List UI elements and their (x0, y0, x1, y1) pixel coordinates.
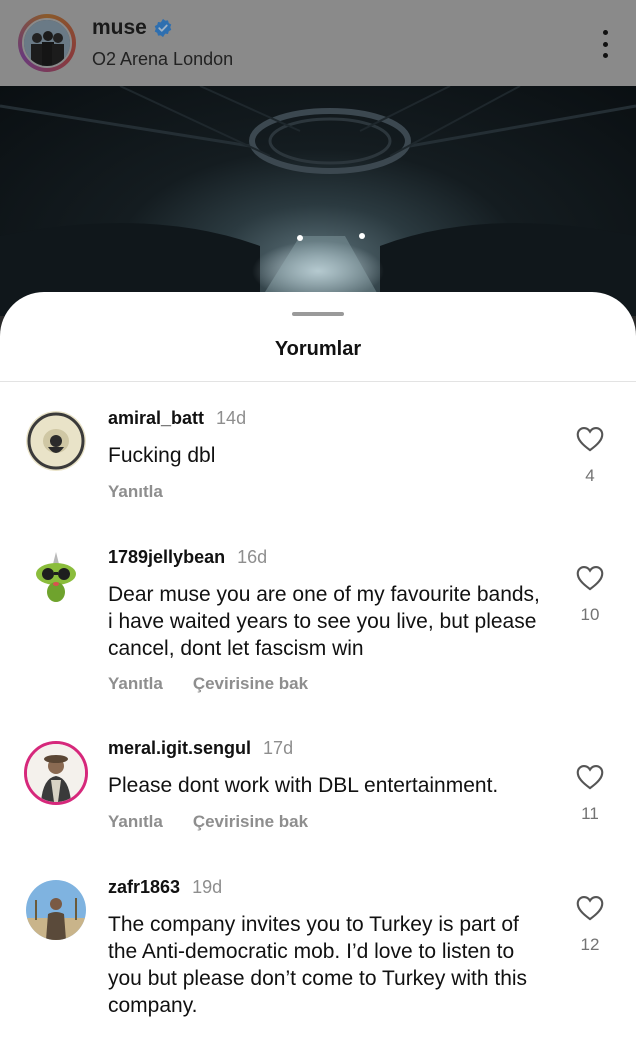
like-control: 4 (574, 426, 606, 486)
reply-button[interactable]: Yanıtla (108, 674, 163, 694)
comment-avatar[interactable] (24, 741, 88, 805)
story-ring[interactable] (18, 14, 76, 72)
comments-sheet: Yorumlar amiral_batt 14d Fucking dbl Yan… (0, 292, 636, 1052)
heart-icon[interactable] (576, 565, 604, 591)
reply-button[interactable]: Yanıtla (108, 812, 163, 832)
post-header: muse O2 Arena London (0, 0, 636, 86)
post-username-row[interactable]: muse (92, 16, 173, 40)
comment-time: 14d (216, 408, 247, 428)
comment-header: amiral_batt 14d (108, 408, 246, 429)
comment-actions: Yanıtla Çevirisine bak (108, 812, 308, 832)
post-avatar[interactable] (22, 18, 72, 68)
comment-header: meral.igit.sengul 17d (108, 738, 293, 759)
like-count: 11 (581, 804, 599, 823)
like-count: 4 (585, 466, 595, 485)
like-control: 11 (574, 764, 606, 824)
drag-handle[interactable] (292, 312, 344, 316)
comment-text: Please dont work with DBL entertainment. (108, 774, 499, 797)
sheet-title: Yorumlar (274, 338, 362, 360)
heart-icon[interactable] (576, 764, 604, 790)
like-count: 12 (580, 935, 600, 954)
see-translation-button[interactable]: Çevirisine bak (193, 812, 308, 832)
comment-header: 1789jellybean 16d (108, 547, 267, 568)
see-translation-button[interactable]: Çevirisine bak (193, 674, 308, 694)
reply-button[interactable]: Yanıtla (108, 482, 163, 502)
comment-actions: Yanıtla (108, 482, 163, 502)
comment-username[interactable]: amiral_batt (108, 408, 204, 429)
post-image (0, 86, 636, 316)
comment-time: 16d (237, 547, 268, 567)
heart-icon[interactable] (576, 895, 604, 921)
comment-actions: Yanıtla Çevirisine bak (108, 674, 308, 694)
like-control: 10 (574, 565, 606, 625)
comment-header: zafr1863 19d (108, 877, 222, 898)
comment-username[interactable]: 1789jellybean (108, 547, 225, 568)
like-control: 12 (574, 895, 606, 955)
heart-icon[interactable] (576, 426, 604, 452)
comment-text: Fucking dbl (108, 444, 216, 467)
like-count: 10 (580, 605, 600, 624)
comment-text: The company invites you to Turkey is par… (108, 913, 528, 1017)
comment-time: 17d (263, 738, 294, 758)
comment-time: 19d (192, 877, 223, 897)
divider (0, 381, 636, 382)
comment-username[interactable]: zafr1863 (108, 877, 180, 898)
comment-avatar[interactable] (26, 411, 86, 471)
comment-avatar[interactable] (26, 880, 86, 940)
comment-username[interactable]: meral.igit.sengul (108, 738, 251, 759)
comment-text: Dear muse you are one of my favourite ba… (108, 583, 540, 660)
verified-badge-icon (154, 18, 172, 38)
more-options-icon[interactable] (600, 30, 610, 58)
post-username[interactable]: muse (92, 16, 147, 40)
comment-avatar[interactable] (26, 550, 86, 610)
post-location[interactable]: O2 Arena London (92, 49, 233, 70)
